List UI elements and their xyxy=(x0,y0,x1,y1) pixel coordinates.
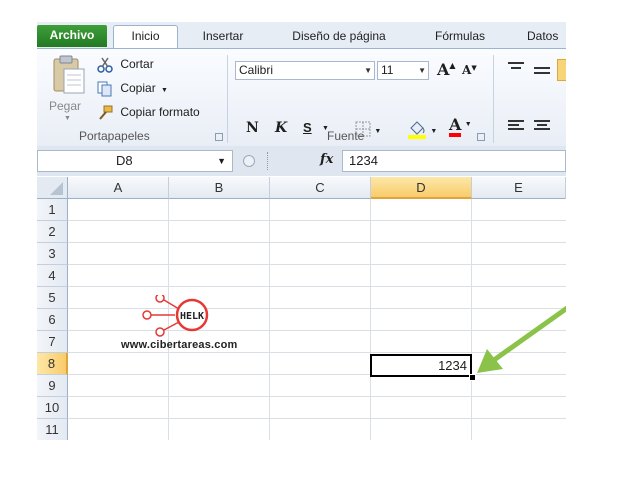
grow-font-button[interactable]: A▲ xyxy=(437,60,456,79)
chevron-down-icon: ▼ xyxy=(464,121,472,128)
copy-button[interactable]: Copiar ▼ xyxy=(97,79,168,97)
scissors-icon xyxy=(97,57,113,73)
chevron-down-icon: ▼ xyxy=(64,115,71,122)
row-header-11[interactable]: 11 xyxy=(37,419,68,440)
row-header-2[interactable]: 2 xyxy=(37,221,68,243)
paste-label: Pegar xyxy=(49,99,82,113)
shrink-font-icon: A xyxy=(462,63,472,77)
clipboard-icon xyxy=(53,55,85,94)
column-header-b[interactable]: B xyxy=(169,177,270,199)
excel-window: Archivo Inicio Insertar Diseño de página… xyxy=(37,22,566,440)
italic-button[interactable]: K xyxy=(275,120,287,136)
column-header-e[interactable]: E xyxy=(472,177,566,199)
formula-bar-dots xyxy=(267,152,272,170)
active-cell-d8[interactable]: 1234 xyxy=(370,354,472,377)
select-all-icon xyxy=(50,182,63,195)
font-color-icon: A xyxy=(449,117,462,137)
paste-button[interactable]: Pegar ▼ xyxy=(45,53,91,127)
tab-data[interactable]: Datos xyxy=(515,26,566,47)
row-header-3[interactable]: 3 xyxy=(37,243,68,265)
format-painter-button[interactable]: Copiar formato xyxy=(97,103,200,121)
shrink-font-button[interactable]: A▼ xyxy=(462,63,477,77)
align-center-icon xyxy=(534,120,550,130)
font-family-value: Calibri xyxy=(239,63,274,77)
ribbon-tabs: Archivo Inicio Insertar Diseño de página… xyxy=(37,22,566,49)
column-header-d[interactable]: D xyxy=(371,177,472,199)
align-middle-icon xyxy=(534,67,550,74)
format-painter-label: Copiar formato xyxy=(120,105,200,119)
grow-font-icon: A xyxy=(437,60,450,79)
font-family-select[interactable]: Calibri ▼ xyxy=(235,61,375,80)
formula-bar: D8 ▼ fx 1234 xyxy=(37,146,566,176)
cut-label: Cortar xyxy=(120,57,154,71)
font-color-button[interactable]: A ▼ xyxy=(449,117,472,137)
copy-label: Copiar xyxy=(120,81,156,95)
font-size-select[interactable]: 11 ▼ xyxy=(377,61,429,80)
chevron-down-icon: ▼ xyxy=(430,128,438,135)
chevron-down-icon: ▼ xyxy=(418,66,426,75)
chevron-down-icon: ▼ xyxy=(364,66,372,75)
cell-value: 1234 xyxy=(438,358,467,373)
align-middle-button[interactable] xyxy=(533,63,551,80)
align-top-icon xyxy=(508,62,524,69)
row-header-7[interactable]: 7 xyxy=(37,331,68,353)
chevron-down-icon: ▼ xyxy=(374,128,382,135)
insert-function-button[interactable]: fx xyxy=(320,152,333,167)
watermark-url: www.cibertareas.com xyxy=(121,339,238,351)
row-header-1[interactable]: 1 xyxy=(37,199,68,221)
paintbrush-icon xyxy=(99,105,113,120)
row-header-8[interactable]: 8 xyxy=(37,353,68,375)
group-divider xyxy=(227,55,228,143)
tab-page-layout[interactable]: Diseño de página xyxy=(275,26,403,47)
row-header-6[interactable]: 6 xyxy=(37,309,68,331)
tab-home[interactable]: Inicio xyxy=(113,25,178,49)
formula-value: 1234 xyxy=(349,153,378,168)
orientation-button[interactable] xyxy=(557,59,566,81)
clipboard-launcher-icon[interactable] xyxy=(215,133,223,141)
tab-formulas[interactable]: Fórmulas xyxy=(424,26,496,47)
column-header-a[interactable]: A xyxy=(68,177,169,199)
align-left-button[interactable] xyxy=(507,119,525,136)
chevron-down-icon: ▼ xyxy=(161,87,168,94)
align-top-button[interactable] xyxy=(507,61,525,78)
column-header-c[interactable]: C xyxy=(270,177,371,199)
name-box[interactable]: D8 ▼ xyxy=(37,150,233,172)
copy-icon xyxy=(97,81,112,97)
ribbon-home: Pegar ▼ Cortar Copiar ▼ Copiar formato P… xyxy=(37,48,566,147)
annotation-arrow-icon xyxy=(477,305,566,373)
chevron-down-icon: ▼ xyxy=(217,156,226,166)
row-header-4[interactable]: 4 xyxy=(37,265,68,287)
clipboard-group-label: Portapapeles xyxy=(79,129,150,143)
font-size-value: 11 xyxy=(381,63,394,77)
tab-insert[interactable]: Insertar xyxy=(187,26,259,47)
select-all-button[interactable] xyxy=(37,177,68,199)
paint-bucket-icon xyxy=(408,121,426,139)
formula-input[interactable]: 1234 xyxy=(342,150,566,172)
cut-button[interactable]: Cortar xyxy=(97,55,154,73)
logo-text: HELK xyxy=(180,311,204,322)
tab-file[interactable]: Archivo xyxy=(37,25,107,47)
font-launcher-icon[interactable] xyxy=(477,133,485,141)
formula-bar-resize-handle[interactable] xyxy=(243,155,255,167)
fill-color-button[interactable]: ▼ xyxy=(407,119,437,142)
name-box-value: D8 xyxy=(116,153,133,168)
row-header-10[interactable]: 10 xyxy=(37,397,68,419)
row-header-9[interactable]: 9 xyxy=(37,375,68,397)
row-header-5[interactable]: 5 xyxy=(37,287,68,309)
group-divider xyxy=(493,55,494,143)
bold-button[interactable]: N xyxy=(246,120,259,136)
align-left-icon xyxy=(508,120,524,130)
underline-button[interactable]: S xyxy=(303,120,312,135)
align-center-button[interactable] xyxy=(533,119,551,136)
font-group-label: Fuente xyxy=(327,129,365,143)
